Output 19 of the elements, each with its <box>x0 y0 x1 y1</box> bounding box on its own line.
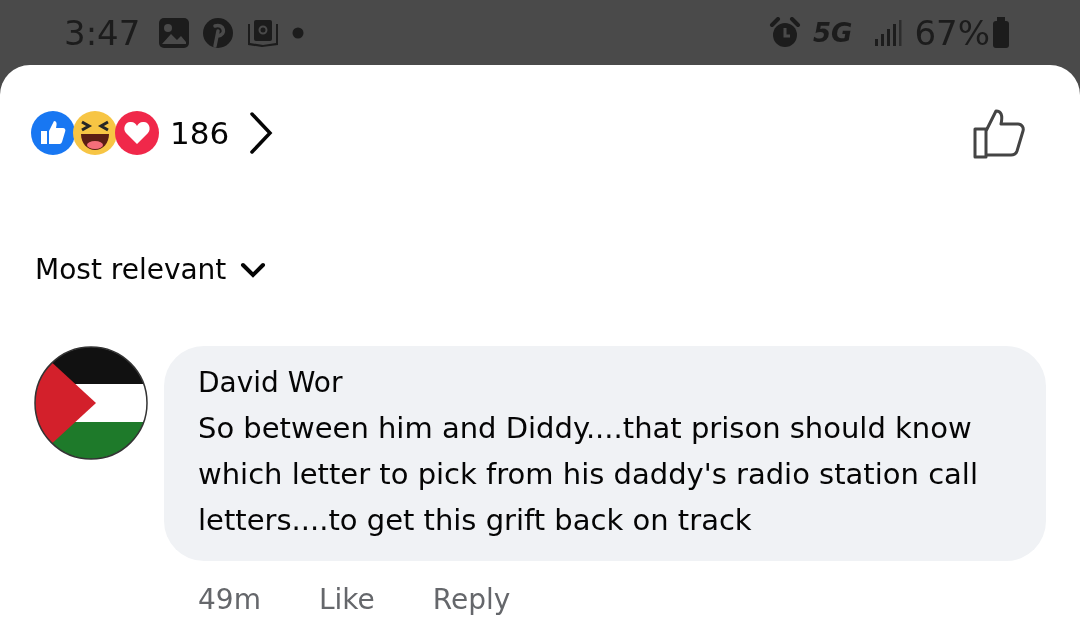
reaction-count[interactable]: 186 <box>170 115 230 151</box>
comment-author[interactable]: David Wor <box>198 366 1016 399</box>
book-icon <box>246 17 281 48</box>
chevron-right-icon[interactable] <box>249 111 274 155</box>
love-reaction-icon <box>114 110 160 156</box>
pin-icon <box>202 16 235 49</box>
comment-time: 49m <box>198 583 261 616</box>
image-icon <box>158 16 191 49</box>
signal-icon <box>874 18 903 47</box>
laughing-reaction-icon <box>72 110 118 156</box>
reply-link[interactable]: Reply <box>432 583 511 616</box>
chevron-down-icon <box>240 261 267 278</box>
battery-icon <box>992 16 1010 49</box>
notification-dot-icon <box>292 26 305 39</box>
comment-text: So between him and Diddy....that prison should know which letter to pick from his daddy's radio station call letters....to get this grift back on track <box>198 410 979 539</box>
like-link[interactable]: Like <box>318 583 375 616</box>
sort-dropdown[interactable]: Most relevant <box>35 253 267 286</box>
alarm-icon <box>769 16 801 49</box>
like-reaction-icon <box>30 110 76 156</box>
